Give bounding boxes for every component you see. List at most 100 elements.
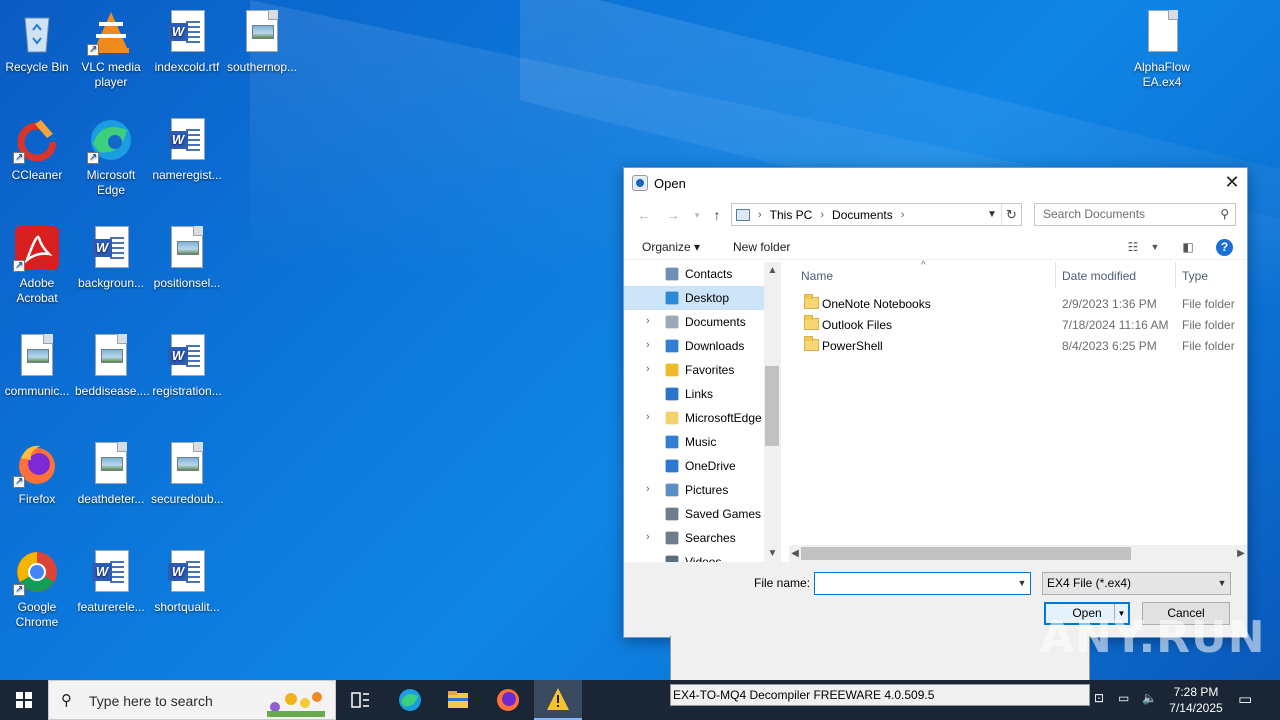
chevron-right-icon[interactable]: › <box>646 339 650 351</box>
horizontal-scrollbar[interactable]: ◀ ▶ <box>789 545 1247 562</box>
chevron-down-icon[interactable]: ▼ <box>984 204 1000 225</box>
nav-item[interactable]: › Favorites <box>624 358 779 382</box>
folder-icon <box>804 315 819 330</box>
clock[interactable]: 7:28 PM 7/14/2025 <box>1165 684 1227 716</box>
file-row[interactable]: Outlook Files 7/18/2024 11:16 AM File fold… <box>781 315 1247 336</box>
scroll-thumb[interactable] <box>765 366 779 446</box>
file-row[interactable]: PowerShell 8/4/2023 6:25 PM File folder <box>781 336 1247 357</box>
scroll-right-arrow[interactable]: ▶ <box>1235 545 1247 562</box>
scroll-left-arrow[interactable]: ◀ <box>789 545 801 562</box>
games-icon <box>665 507 679 521</box>
file-row[interactable]: OneNote Notebooks 2/9/2023 1:36 PM File fo… <box>781 294 1247 315</box>
nav-item-label: Pictures <box>685 483 729 497</box>
nav-item[interactable]: › Documents <box>624 310 779 334</box>
desktop-icon[interactable]: VLC media player <box>74 8 148 90</box>
column-name[interactable]: Name <box>801 269 833 283</box>
nav-item-label: Downloads <box>685 339 745 353</box>
chevron-right-icon[interactable]: › <box>646 411 650 423</box>
chevron-down-icon[interactable]: ▼ <box>1146 238 1164 256</box>
file-name-input[interactable]: ▼ <box>814 572 1031 595</box>
nav-item[interactable]: › MicrosoftEdge <box>624 406 779 430</box>
notifications-icon[interactable]: ▭ <box>1238 690 1256 720</box>
file-type-select[interactable]: EX4 File (*.ex4) ▼ <box>1042 572 1231 595</box>
desktop-icon[interactable]: Firefox <box>0 440 74 507</box>
chevron-down-icon[interactable]: ▼ <box>1014 573 1030 594</box>
desktop-icon[interactable]: Microsoft Edge <box>74 116 148 198</box>
nav-scrollbar[interactable]: ▲ ▼ <box>764 262 781 562</box>
taskbar-file-explorer[interactable] <box>434 680 482 720</box>
preview-pane-icon[interactable]: ◧ <box>1179 238 1197 256</box>
file-type-value: EX4 File (*.ex4) <box>1047 576 1132 590</box>
help-icon[interactable]: ? <box>1216 239 1233 256</box>
task-view-button[interactable] <box>336 680 384 720</box>
back-button[interactable]: ← <box>634 205 654 225</box>
blank-file-icon <box>1138 8 1186 56</box>
taskbar-search-placeholder: Type here to search <box>89 693 213 709</box>
scroll-thumb[interactable] <box>801 547 1131 560</box>
chevron-right-icon[interactable]: › <box>646 483 650 495</box>
desktop-icon[interactable]: Google Chrome <box>0 548 74 630</box>
chevron-right-icon[interactable]: › <box>646 531 650 543</box>
nav-item[interactable]: Music <box>624 430 779 454</box>
desktop-icon-label: nameregist... <box>152 168 222 182</box>
desktop-icon[interactable]: southernop... <box>225 8 299 75</box>
desktop-icon[interactable]: Recycle Bin <box>0 8 74 75</box>
search-input[interactable]: Search Documents ⚲ <box>1034 203 1236 226</box>
desktop-icon[interactable]: Adobe Acrobat <box>0 224 74 306</box>
search-icon <box>665 531 679 545</box>
column-type[interactable]: Type <box>1182 269 1208 283</box>
organize-button[interactable]: Organize ▾ <box>642 240 700 254</box>
nav-item[interactable]: Videos <box>624 550 779 562</box>
nav-item[interactable]: OneDrive <box>624 454 779 478</box>
scroll-down-arrow[interactable]: ▼ <box>764 545 781 562</box>
nav-item[interactable]: › Searches <box>624 526 779 550</box>
chevron-down-icon[interactable]: ▼ <box>1214 573 1230 594</box>
refresh-icon[interactable]: ↻ <box>1001 204 1021 225</box>
network-icon[interactable]: ⊡ <box>1094 691 1110 720</box>
desktop-icon[interactable]: Windexcold.rtf <box>150 8 224 75</box>
desktop-icon[interactable]: positionsel... <box>150 224 224 291</box>
breadcrumb-documents[interactable]: Documents <box>832 208 893 222</box>
desktop-icon[interactable]: deathdeter... <box>74 440 148 507</box>
address-bar[interactable]: › This PC › Documents › ▼ ↻ <box>731 203 1022 226</box>
taskbar-firefox[interactable] <box>484 680 532 720</box>
nav-item[interactable]: Contacts <box>624 262 779 286</box>
view-options-icon[interactable]: ☷ <box>1124 238 1142 256</box>
up-button[interactable]: ↑ <box>707 205 727 225</box>
desktop-icon-label: Recycle Bin <box>5 60 69 74</box>
desktop-icon[interactable]: Wnameregist... <box>150 116 224 183</box>
desktop-icon[interactable]: communic... <box>0 332 74 399</box>
taskbar-search[interactable]: ⚲ Type here to search <box>48 680 336 720</box>
close-button[interactable]: ✕ <box>1217 168 1247 196</box>
nav-item[interactable]: Links <box>624 382 779 406</box>
new-folder-button[interactable]: New folder <box>733 240 790 254</box>
desktop-icon[interactable]: Wshortqualit... <box>150 548 224 615</box>
desktop-icon[interactable]: AlphaFlow EA.ex4 <box>1125 8 1199 90</box>
image-file-icon <box>87 332 135 380</box>
recent-locations-dropdown[interactable]: ▾ <box>687 205 707 225</box>
chevron-right-icon[interactable]: › <box>646 315 650 327</box>
desktop-icon[interactable]: Wfeaturerele... <box>74 548 148 615</box>
vlc-icon <box>87 8 135 57</box>
taskbar-edge[interactable] <box>386 680 434 720</box>
ethernet-icon[interactable]: ▭ <box>1118 691 1134 720</box>
nav-item[interactable]: Desktop <box>624 286 779 310</box>
desktop-icon[interactable]: beddisease.... <box>74 332 150 399</box>
dialog-titlebar[interactable]: Open <box>624 168 1247 198</box>
desktop-icon[interactable]: Wregistration... <box>150 332 224 399</box>
scroll-up-arrow[interactable]: ▲ <box>764 262 781 279</box>
volume-icon[interactable]: 🔈 <box>1142 691 1158 720</box>
start-button[interactable] <box>0 680 48 720</box>
nav-item[interactable]: Saved Games <box>624 502 779 526</box>
desktop-icon[interactable]: securedoub... <box>150 440 224 507</box>
nav-item[interactable]: › Downloads <box>624 334 779 358</box>
forward-button[interactable]: → <box>663 205 683 225</box>
breadcrumb-this-pc[interactable]: This PC <box>770 208 813 222</box>
acrobat-icon <box>13 224 61 273</box>
taskbar-decompiler[interactable] <box>534 680 582 720</box>
desktop-icon[interactable]: CCleaner <box>0 116 74 183</box>
desktop-icon[interactable]: Wbackgroun... <box>74 224 148 291</box>
nav-item[interactable]: › Pictures <box>624 478 779 502</box>
column-date-modified[interactable]: Date modified <box>1062 269 1136 283</box>
chevron-right-icon[interactable]: › <box>646 363 650 375</box>
